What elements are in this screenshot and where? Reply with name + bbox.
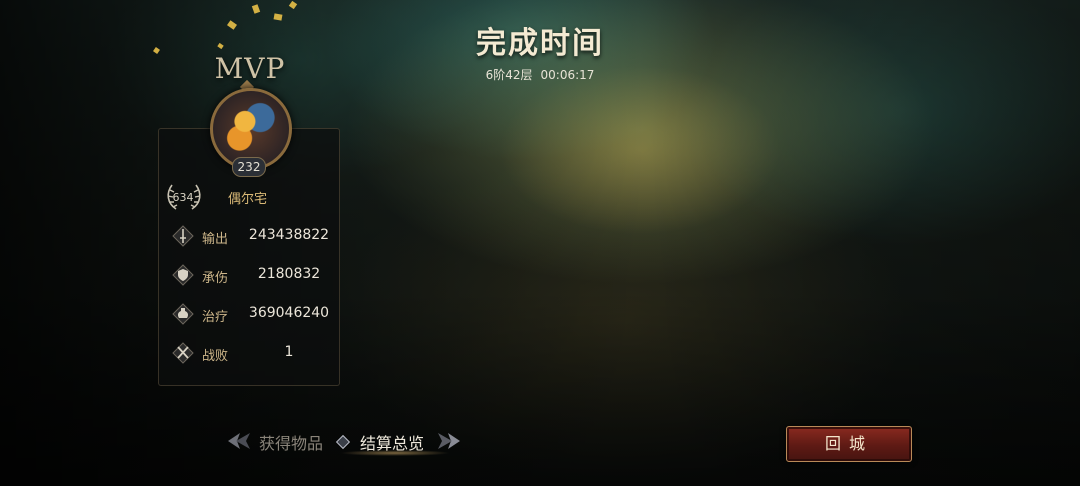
elapsed-time-text: 00:06:17 — [540, 68, 595, 82]
mvp-label: MVP — [214, 52, 286, 85]
player-name: 偶尔宅 — [228, 192, 268, 207]
return-to-city-button[interactable]: 回城 — [786, 426, 912, 462]
tab-obtained-items[interactable]: 获得物品 — [259, 430, 323, 454]
potion-icon — [172, 303, 194, 325]
stat-label-healing: 治疗 — [202, 310, 229, 325]
stat-value-healing: 369046240 — [248, 305, 330, 321]
stat-label-defeats: 战败 — [202, 349, 229, 364]
arrow-right-icon[interactable] — [436, 430, 462, 452]
rank-score: 634 — [172, 191, 194, 204]
stage-time-info: 6阶42层 00:06:17 — [0, 66, 1080, 83]
stat-value-defeats: 1 — [284, 344, 294, 360]
sword-icon — [172, 225, 194, 247]
stat-value-damage-taken: 2180832 — [257, 266, 321, 282]
completion-time-title: 完成时间 — [476, 26, 604, 61]
active-tab-indicator — [340, 450, 450, 456]
stat-label-damage: 输出 — [202, 232, 229, 247]
stage-floor-text: 6阶42层 — [485, 68, 533, 82]
player-level-badge: 232 — [232, 157, 266, 177]
arrow-left-icon[interactable] — [226, 430, 252, 452]
shield-icon — [172, 264, 194, 286]
stat-value-damage: 243438822 — [248, 227, 330, 243]
stat-label-damage-taken: 承伤 — [202, 271, 229, 286]
crossed-swords-icon — [172, 342, 194, 364]
